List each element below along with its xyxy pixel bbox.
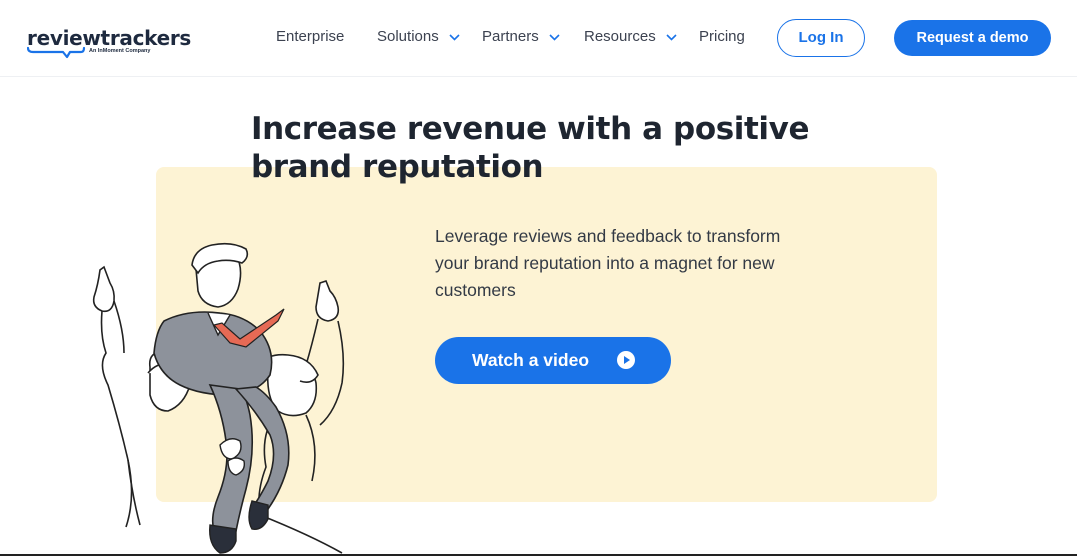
logo[interactable]: reviewtrackers An InMoment Company: [27, 26, 191, 66]
nav-item-label: Enterprise: [276, 28, 345, 45]
play-circle-icon: [617, 351, 635, 369]
hero-title: Increase revenue with a positive brand r…: [251, 111, 810, 185]
site-header: reviewtrackers An InMoment Company Enter…: [0, 0, 1077, 77]
celebrating-people-illustration: [92, 242, 345, 554]
speech-bubble-icon: [27, 46, 86, 59]
nav-item-solutions[interactable]: Solutions: [377, 28, 460, 45]
watch-video-button[interactable]: Watch a video: [435, 337, 671, 384]
logo-tagline: An InMoment Company: [89, 48, 151, 54]
nav-item-label: Solutions: [377, 28, 439, 45]
nav-item-partners[interactable]: Partners: [482, 28, 560, 45]
chevron-down-icon: [666, 33, 677, 41]
login-button[interactable]: Log In: [777, 19, 865, 57]
nav-item-label: Partners: [482, 28, 539, 45]
hero-subtitle: Leverage reviews and feedback to transfo…: [435, 226, 781, 300]
nav-item-resources[interactable]: Resources: [584, 28, 677, 45]
watch-video-label: Watch a video: [472, 350, 590, 370]
chevron-down-icon: [549, 33, 560, 41]
request-demo-button[interactable]: Request a demo: [894, 20, 1051, 56]
nav-item-enterprise[interactable]: Enterprise: [276, 28, 344, 45]
nav-item-label: Pricing: [699, 28, 745, 45]
nav-item-pricing[interactable]: Pricing: [699, 28, 745, 45]
nav-item-label: Resources: [584, 28, 656, 45]
chevron-down-icon: [449, 33, 460, 41]
